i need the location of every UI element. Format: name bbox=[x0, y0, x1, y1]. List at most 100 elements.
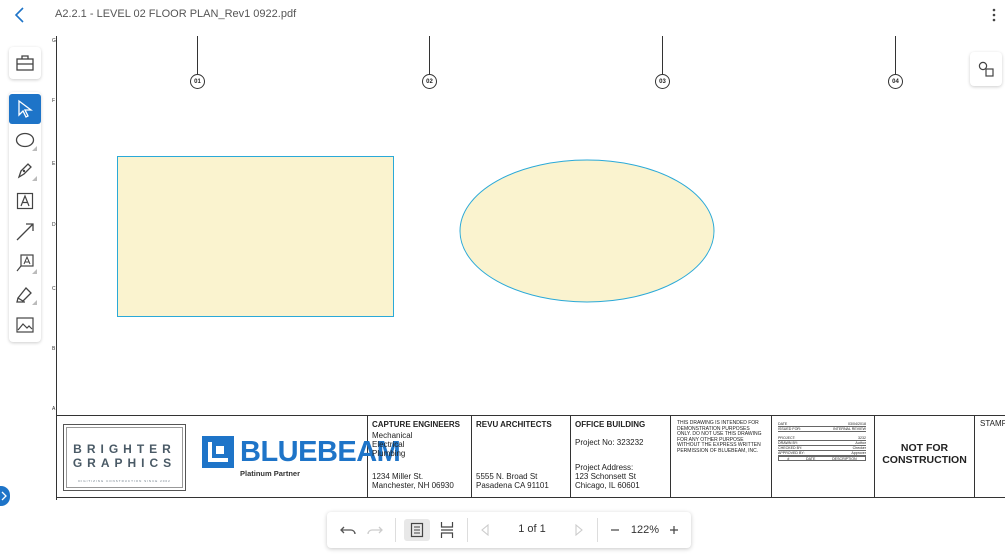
project-address: Chicago, IL 60601 bbox=[575, 481, 640, 490]
sheet-info-table: DATE 03/04/2018 ISSUED FOR: INTERNAL REVIE… bbox=[778, 422, 866, 461]
stamp-cell: STAMP bbox=[975, 416, 1005, 497]
title-block: BRIGHTER GRAPHICS DIGITIZING CONSTRUCTIO… bbox=[57, 415, 1005, 498]
divider bbox=[597, 518, 598, 542]
page-indicator: 1 of 1 bbox=[499, 512, 565, 548]
engineer-service: Mechanical bbox=[372, 431, 413, 440]
continuous-scroll-icon bbox=[440, 522, 454, 538]
redo-button[interactable] bbox=[364, 520, 386, 540]
shapes-button[interactable] bbox=[970, 52, 1002, 86]
rev-header: DESCRIPTION bbox=[832, 457, 857, 461]
info-value: Checker bbox=[852, 446, 866, 450]
zoom-in-button[interactable] bbox=[664, 520, 684, 540]
toolbox-icon bbox=[16, 55, 34, 71]
info-label: PROJECT: bbox=[778, 436, 796, 440]
info-label: DATE bbox=[778, 422, 788, 426]
undo-button[interactable] bbox=[337, 520, 359, 540]
info-value: 3232 bbox=[858, 436, 866, 440]
status-text: NOT FOR CONSTRUCTION bbox=[875, 442, 974, 466]
disclaimer-text: THIS DRAWING IS INTENDED FOR DEMONSTRATI… bbox=[677, 420, 762, 454]
grid-line bbox=[197, 36, 198, 74]
project-address: 123 Schonsett St bbox=[575, 472, 636, 481]
tool-chest-button[interactable] bbox=[9, 47, 41, 79]
zoom-level[interactable]: 122% bbox=[627, 520, 663, 540]
grid-row-label: G bbox=[52, 38, 56, 44]
sheet-info-cell: DATE 03/04/2018 ISSUED FOR: INTERNAL REVIE… bbox=[772, 416, 875, 497]
status-line: NOT FOR bbox=[900, 442, 949, 454]
ellipse-tool[interactable] bbox=[9, 125, 41, 155]
info-value: 03/04/2018 bbox=[848, 422, 866, 426]
chevron-right-icon bbox=[1, 491, 7, 501]
grid-bubble: 01 bbox=[190, 74, 205, 89]
redo-icon bbox=[367, 526, 383, 535]
engineer-service: Plumbing bbox=[372, 449, 406, 458]
triangle-right-icon bbox=[575, 524, 583, 536]
callout-tool[interactable] bbox=[9, 248, 41, 278]
engineer-service: Electrical bbox=[372, 440, 405, 449]
engineer-address: Manchester, NH 06930 bbox=[372, 481, 454, 490]
grid-bubble: 04 bbox=[888, 74, 903, 89]
arrow-icon bbox=[16, 223, 34, 241]
engineer-address: 1234 Miller St. bbox=[372, 472, 424, 481]
kebab-icon[interactable] bbox=[990, 7, 998, 23]
markup-toolbar bbox=[9, 92, 41, 342]
top-bar: A2.2.1 - LEVEL 02 FLOOR PLAN_Rev1 0922.p… bbox=[0, 0, 1005, 30]
project-number: Project No: 323232 bbox=[575, 438, 644, 447]
info-label: ISSUED FOR: bbox=[778, 427, 801, 431]
grid-bubble: 02 bbox=[422, 74, 437, 89]
engineer-name: CAPTURE ENGINEERS bbox=[372, 420, 461, 429]
brighter-graphics-logo: BRIGHTER GRAPHICS DIGITIZING CONSTRUCTIO… bbox=[63, 424, 186, 491]
select-tool[interactable] bbox=[9, 94, 41, 124]
image-icon bbox=[16, 317, 34, 333]
info-label: CHECKED BY: bbox=[778, 446, 803, 450]
grid-row-label: A bbox=[52, 406, 56, 412]
next-page-button[interactable] bbox=[569, 520, 589, 540]
document-title: A2.2.1 - LEVEL 02 FLOOR PLAN_Rev1 0922.p… bbox=[55, 8, 297, 20]
plus-icon bbox=[670, 526, 678, 534]
image-tool[interactable] bbox=[9, 310, 41, 340]
info-value: Approver bbox=[851, 451, 866, 455]
project-address-label: Project Address: bbox=[575, 463, 634, 472]
triangle-left-icon bbox=[481, 524, 489, 536]
undo-icon bbox=[340, 526, 356, 535]
info-row: ISSUED FOR: INTERNAL REVIEW bbox=[778, 427, 866, 432]
grid-bubble: 03 bbox=[655, 74, 670, 89]
grid-row-label: D bbox=[52, 222, 56, 228]
architect-cell: REVU ARCHITECTS 5555 N. Broad St Pasaden… bbox=[472, 416, 571, 497]
chevron-left-icon[interactable] bbox=[12, 6, 30, 24]
engineer-cell: CAPTURE ENGINEERS Mechanical Electrical … bbox=[368, 416, 472, 497]
stamp-label: STAMP bbox=[980, 419, 1005, 428]
text-tool[interactable] bbox=[9, 186, 41, 216]
bottom-toolbar: 1 of 1 122% bbox=[327, 512, 691, 548]
ellipse-markup[interactable] bbox=[458, 158, 716, 304]
previous-page-button[interactable] bbox=[475, 520, 495, 540]
highlighter-tool[interactable] bbox=[9, 279, 41, 309]
rev-header: DATE bbox=[806, 457, 816, 461]
project-name: OFFICE BUILDING bbox=[575, 420, 646, 429]
logo-cell: BRIGHTER GRAPHICS DIGITIZING CONSTRUCTIO… bbox=[57, 416, 401, 497]
minus-icon bbox=[611, 529, 619, 531]
page-info: 1 of 1 bbox=[518, 523, 546, 535]
status-line: CONSTRUCTION bbox=[882, 454, 967, 466]
logo-text: GRAPHICS bbox=[72, 456, 177, 470]
partner-label: Platinum Partner bbox=[240, 469, 301, 478]
continuous-view-button[interactable] bbox=[435, 520, 459, 540]
logo-text: BRIGHTER bbox=[73, 442, 176, 456]
arrow-tool[interactable] bbox=[9, 217, 41, 247]
grid-row-label: F bbox=[52, 98, 56, 104]
grid-line bbox=[662, 36, 663, 74]
info-value: INTERNAL REVIEW bbox=[833, 427, 866, 431]
grid-row-label: C bbox=[52, 286, 56, 292]
text-box-icon bbox=[16, 192, 34, 210]
project-cell: OFFICE BUILDING Project No: 323232 Proje… bbox=[571, 416, 671, 497]
architect-address: 5555 N. Broad St bbox=[476, 472, 538, 481]
grid-row-label: E bbox=[52, 161, 56, 167]
rectangle-markup[interactable] bbox=[117, 156, 394, 317]
pen-tool[interactable] bbox=[9, 155, 41, 185]
revision-header: # DATE DESCRIPTION bbox=[778, 456, 866, 461]
grid-row-label: B bbox=[52, 346, 56, 352]
grid-line bbox=[429, 36, 430, 74]
grid-line bbox=[895, 36, 896, 74]
single-page-view-button[interactable] bbox=[404, 519, 430, 541]
zoom-out-button[interactable] bbox=[605, 520, 625, 540]
status-cell: NOT FOR CONSTRUCTION bbox=[875, 416, 975, 497]
